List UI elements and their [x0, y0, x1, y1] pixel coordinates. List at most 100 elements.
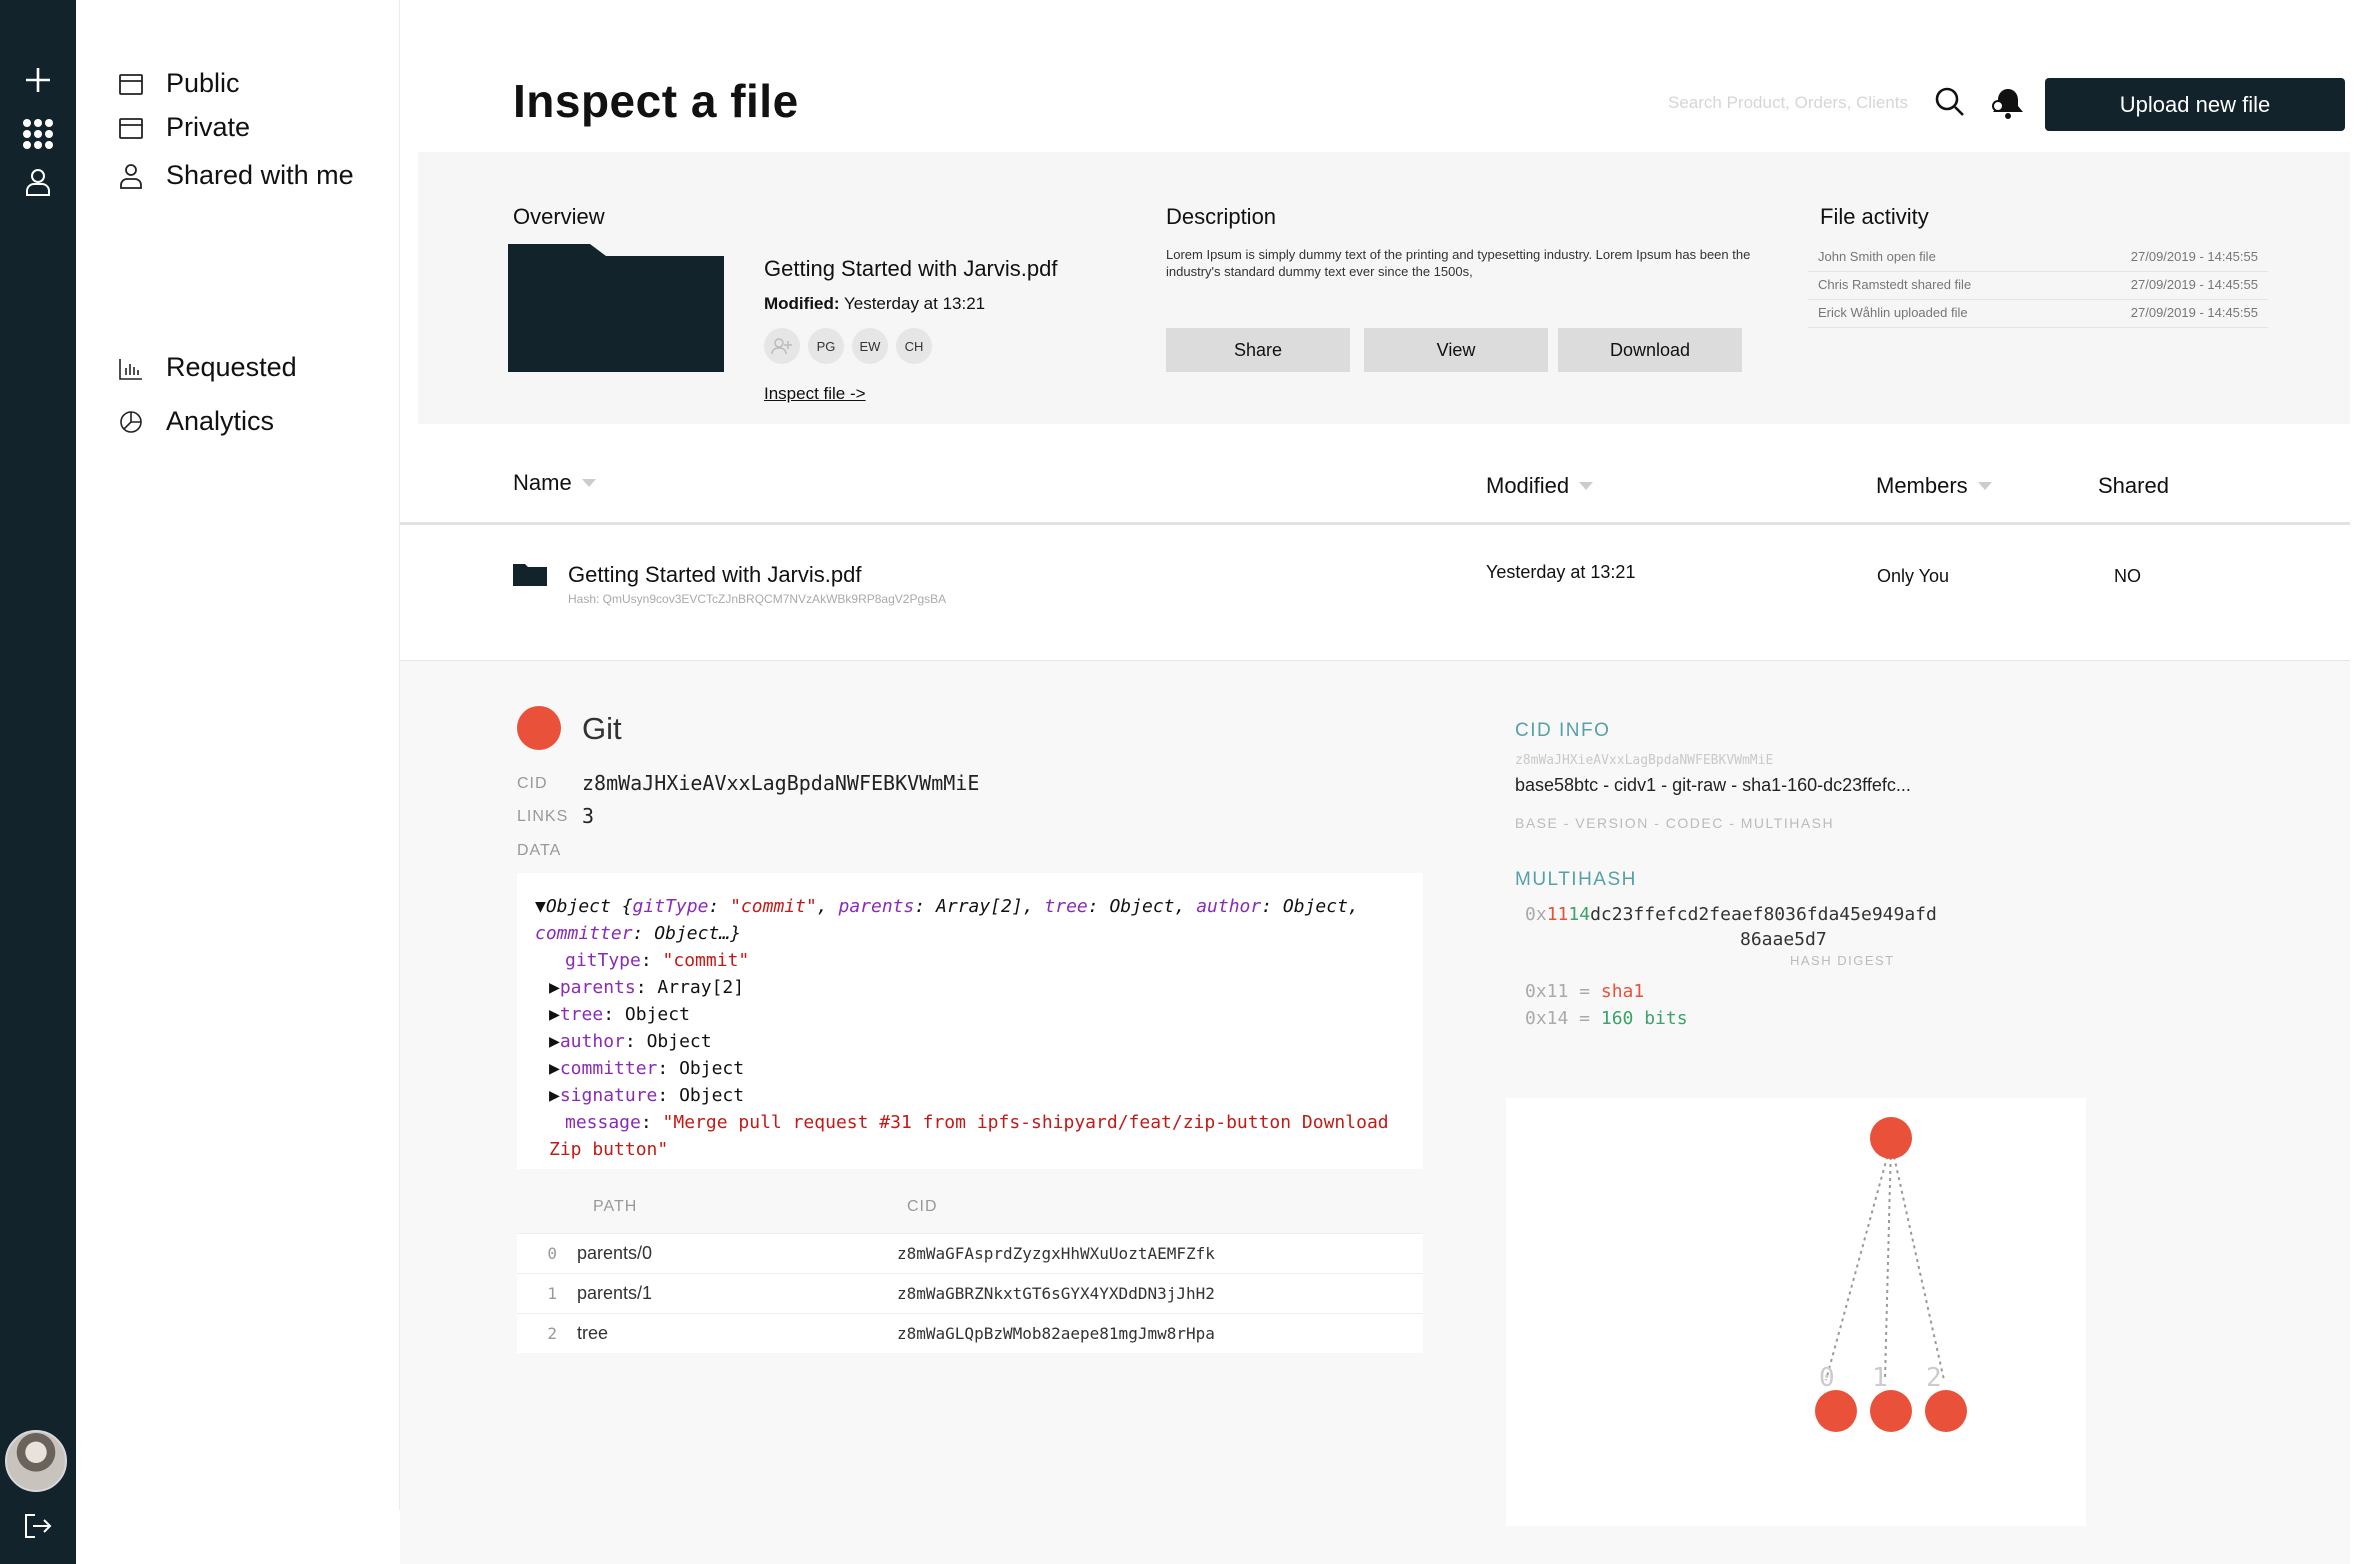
user-icon[interactable]	[22, 166, 54, 198]
sidebar: Public Private Shared with me Requested …	[76, 0, 400, 1510]
sidebar-item-label: Analytics	[166, 406, 275, 436]
dag-child-node[interactable]	[1870, 1390, 1912, 1432]
plus-icon[interactable]	[22, 64, 54, 96]
row-cid: z8mWaGFAsprdZyzgxHhWXuUoztAEMFZfk	[897, 1244, 1215, 1263]
cid-header: CID	[907, 1198, 938, 1215]
sidebar-item-private[interactable]: Private	[118, 112, 250, 143]
row-cid: z8mWaGBRZNkxtGT6sGYX4YXDdDN3jJhH2	[897, 1284, 1215, 1303]
data-key: DATA	[517, 842, 562, 859]
file-activity-label: File activity	[1820, 204, 1929, 229]
row-path: parents/1	[577, 1283, 653, 1303]
view-button[interactable]: View	[1364, 328, 1548, 372]
dag-root-node[interactable]	[1870, 1117, 1912, 1159]
search-icon[interactable]	[1934, 86, 1966, 118]
row-shared: NO	[2114, 566, 2141, 586]
sort-caret-icon	[581, 479, 596, 487]
row-path: tree	[577, 1323, 609, 1343]
apps-grid-icon[interactable]	[22, 118, 54, 150]
row-members: Only You	[1877, 566, 1950, 586]
code-line: Zip button"	[549, 1139, 669, 1160]
column-header-members[interactable]: Members	[1876, 473, 1992, 499]
avatar[interactable]	[5, 1430, 67, 1492]
sidebar-item-label: Shared with me	[166, 160, 354, 190]
user-icon	[120, 163, 142, 189]
links-key: LINKS	[517, 808, 569, 825]
table-row[interactable]: 1 parents/1 z8mWaGBRZNkxtGT6sGYX4YXDdDN3…	[517, 1273, 1423, 1313]
multihash-value: 0x1114dc23ffefcd2feaef8036fda45e949afd	[1525, 904, 1937, 925]
hash-digest-caption: HASH DIGEST	[1790, 953, 1895, 968]
column-header-shared[interactable]: Shared	[2098, 473, 2169, 499]
sidebar-item-shared[interactable]: Shared with me	[118, 160, 354, 191]
row-modified: Yesterday at 13:21	[1486, 562, 1636, 582]
pie-chart-icon	[120, 410, 142, 433]
row-index: 0	[547, 1244, 557, 1263]
member-avatar[interactable]: EW	[852, 328, 888, 364]
dag-edge	[1825, 1142, 1892, 1381]
cid-info-summary: base58btc - cidv1 - git-raw - sha1-160-d…	[1515, 775, 1911, 795]
column-header-name[interactable]: Name	[513, 470, 596, 496]
folder-icon	[513, 564, 547, 586]
calendar-icon	[119, 117, 143, 139]
links-table: PATH CID 0 parents/0 z8mWaGFAsprdZyzgxHh…	[517, 1181, 1423, 1353]
download-button[interactable]: Download	[1558, 328, 1742, 372]
file-name: Getting Started with Jarvis.pdf	[764, 256, 1058, 281]
table-row[interactable]: 0 parents/0 z8mWaGFAsprdZyzgxHhWXuUoztAE…	[517, 1233, 1423, 1273]
code-line: message: "Merge pull request #31 from ip…	[565, 1112, 1389, 1133]
code-line: gitType: "commit"	[565, 950, 750, 971]
calendar-icon	[119, 73, 143, 95]
code-line[interactable]: ▶author: Object	[535, 1028, 1405, 1055]
member-avatar[interactable]: CH	[896, 328, 932, 364]
description-text: Lorem Ipsum is simply dummy text of the …	[1166, 247, 1751, 279]
main-content: Inspect a file Search Product, Orders, C…	[400, 0, 2370, 1564]
dag-child-node[interactable]	[1925, 1390, 1967, 1432]
table-row[interactable]: 2 tree z8mWaGLQpBzWMob82aepe81mgJmw8rHpa	[517, 1313, 1423, 1353]
sidebar-item-public[interactable]: Public	[118, 68, 240, 99]
page-title: Inspect a file	[513, 75, 799, 127]
dag-edge-label: 1	[1872, 1363, 1888, 1393]
dag-graph: 0 1 2	[1506, 1098, 2086, 1526]
ipld-inspector: Git CID z8mWaJHXieAVxxLagBpdaNWFEBKVWmMi…	[400, 661, 2350, 1564]
cid-info-heading: CID INFO	[1515, 720, 1611, 741]
bell-icon[interactable]	[1990, 86, 2026, 120]
code-line[interactable]: ▶tree: Object	[535, 1001, 1405, 1028]
logout-icon[interactable]	[22, 1510, 54, 1542]
dag-edge-label: 2	[1926, 1363, 1942, 1393]
path-header: PATH	[593, 1198, 638, 1215]
add-member-icon[interactable]	[764, 328, 800, 364]
sidebar-item-analytics[interactable]: Analytics	[118, 406, 274, 437]
code-line: committer: Object…}	[535, 923, 741, 944]
codec-dot	[517, 706, 561, 750]
column-header-modified[interactable]: Modified	[1486, 473, 1594, 499]
sidebar-item-label: Public	[166, 68, 240, 98]
divider	[400, 522, 2350, 525]
code-line[interactable]: ▶parents: Array[2]	[535, 974, 1405, 1001]
row-index: 2	[547, 1324, 557, 1343]
code-line[interactable]: ▼Object {gitType: "commit", parents: Arr…	[535, 893, 1405, 920]
hash-function-line: 0x11 = sha1	[1525, 981, 1645, 1002]
inspect-file-link[interactable]: Inspect file ->	[764, 384, 866, 404]
multihash-heading: MULTIHASH	[1515, 869, 1637, 890]
links-value: 3	[582, 804, 595, 828]
cid-info-cid: z8mWaJHXieAVxxLagBpdaNWFEBKVWmMiE	[1515, 753, 1774, 768]
code-line[interactable]: ▶committer: Object	[535, 1055, 1405, 1082]
overview-label: Overview	[513, 204, 605, 229]
folder-icon	[508, 244, 724, 372]
search-input[interactable]: Search Product, Orders, Clients	[1668, 93, 1908, 113]
upload-new-file-button[interactable]: Upload new file	[2045, 78, 2345, 131]
dag-child-node[interactable]	[1815, 1390, 1857, 1432]
row-index: 1	[547, 1284, 557, 1303]
code-line[interactable]: ▶signature: Object	[535, 1082, 1405, 1109]
row-file-name: Getting Started with Jarvis.pdf	[568, 562, 862, 587]
member-avatar[interactable]: PG	[808, 328, 844, 364]
share-button[interactable]: Share	[1166, 328, 1350, 372]
file-modified: Modified: Yesterday at 13:21	[764, 294, 986, 313]
row-cid: z8mWaGLQpBzWMob82aepe81mgJmw8rHpa	[897, 1324, 1215, 1343]
row-path: parents/0	[577, 1243, 653, 1263]
activity-row: Chris Ramstedt shared file 27/09/2019 - 1…	[1808, 272, 2268, 300]
sidebar-item-requested[interactable]: Requested	[118, 352, 297, 383]
icon-rail	[0, 0, 76, 1564]
cid-value[interactable]: z8mWaJHXieAVxxLagBpdaNWFEBKVWmMiE	[582, 771, 979, 795]
bar-chart-icon	[119, 358, 142, 380]
object-inspector[interactable]: ▼Object {gitType: "commit", parents: Arr…	[517, 873, 1423, 1169]
links-table-header: PATH CID	[517, 1181, 1423, 1233]
